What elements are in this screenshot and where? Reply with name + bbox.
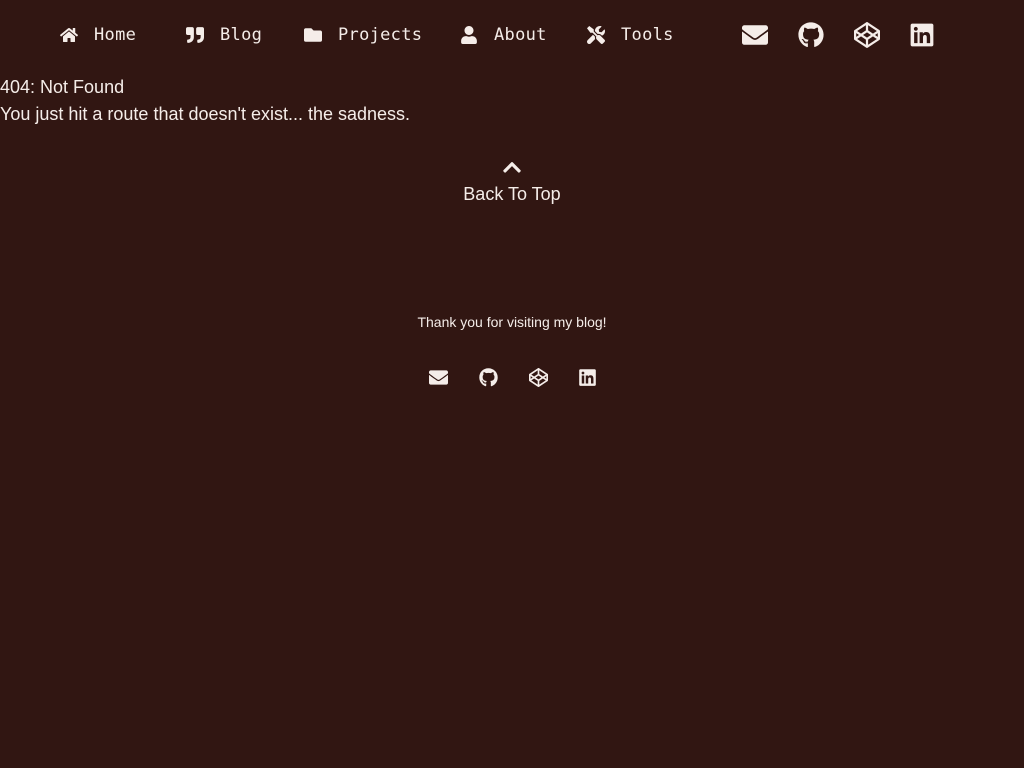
codepen-icon: [528, 367, 548, 387]
nav-email-link[interactable]: [742, 22, 768, 48]
tools-icon: [587, 26, 605, 44]
codepen-icon: [854, 22, 880, 48]
envelope-icon: [742, 25, 768, 45]
nav-linkedin-link[interactable]: [909, 22, 935, 48]
nav-github-link[interactable]: [798, 22, 824, 48]
nav-item-tools[interactable]: Tools: [587, 22, 674, 48]
nav-item-about[interactable]: About: [460, 22, 547, 48]
chevron-up-icon: [503, 161, 521, 173]
footer-github-link[interactable]: [478, 367, 498, 387]
quote-icon: [186, 27, 204, 43]
footer-codepen-link[interactable]: [528, 367, 548, 387]
nav-item-blog[interactable]: Blog: [186, 22, 262, 48]
footer-linkedin-link[interactable]: [577, 367, 597, 387]
envelope-icon: [428, 369, 448, 385]
footer-social-links: [0, 367, 1024, 387]
nav-item-label: Projects: [338, 25, 423, 45]
nav-item-label: Blog: [220, 25, 263, 45]
github-icon: [798, 22, 824, 47]
back-to-top-label: Back To Top: [463, 184, 561, 204]
folder-icon: [304, 28, 322, 42]
nav-codepen-link[interactable]: [854, 22, 880, 48]
nav-item-label: Tools: [621, 25, 674, 45]
linkedin-icon: [578, 368, 596, 386]
nav-item-projects[interactable]: Projects: [304, 22, 422, 48]
error-message: You just hit a route that doesn't exist.…: [0, 104, 411, 124]
footer-email-link[interactable]: [428, 367, 448, 387]
github-icon: [478, 367, 498, 386]
error-content: 404: Not Found You just hit a route that…: [0, 74, 410, 128]
main-nav: Home Blog Projects About Tools: [0, 0, 1024, 70]
nav-item-label: About: [494, 25, 547, 45]
error-title: 404: Not Found: [0, 77, 125, 97]
footer-note: Thank you for visiting my blog!: [417, 314, 607, 330]
nav-item-home[interactable]: Home: [60, 22, 136, 48]
linkedin-icon: [910, 23, 934, 47]
back-to-top-link[interactable]: Back To Top: [0, 160, 1024, 206]
user-icon: [461, 26, 477, 44]
home-icon: [60, 28, 78, 42]
nav-item-label: Home: [94, 25, 137, 45]
